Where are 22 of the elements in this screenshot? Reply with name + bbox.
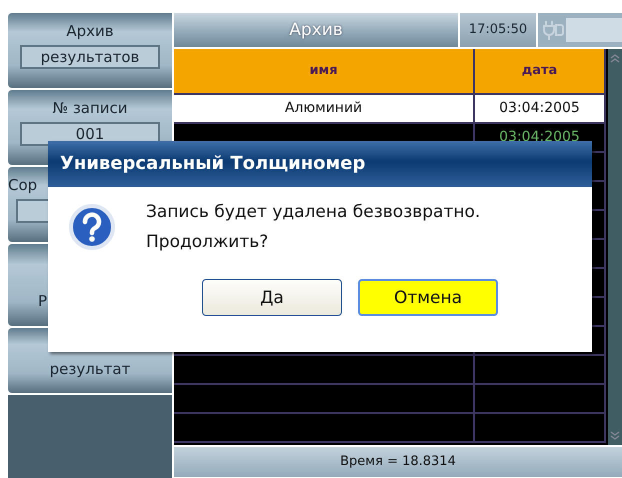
sidebar-label: Сор bbox=[8, 175, 38, 195]
dialog-button[interactable]: Отмена bbox=[358, 279, 498, 316]
dialog-message: Продолжить? bbox=[146, 231, 270, 254]
dialog-message: Запись будет удалена безвозвратно. bbox=[146, 201, 480, 224]
scroll-up-icon[interactable] bbox=[610, 53, 620, 63]
value-field[interactable]: результатов bbox=[20, 45, 160, 69]
clock: 17:05:50 bbox=[460, 13, 536, 47]
table-row[interactable]: Алюминий 03:04:2005 bbox=[174, 95, 606, 124]
question-icon bbox=[68, 203, 116, 251]
column-header[interactable]: имя bbox=[174, 49, 475, 93]
dialog-title: Универсальный Толщиномер bbox=[48, 141, 592, 187]
plug-icon bbox=[542, 19, 564, 41]
status-bar: Время = 18.8314 bbox=[174, 447, 622, 477]
scrollbar[interactable] bbox=[606, 49, 622, 445]
table-cell: Алюминий bbox=[174, 95, 475, 122]
screen-title: Архив bbox=[174, 13, 458, 47]
scroll-down-icon[interactable] bbox=[610, 431, 620, 441]
battery-bar bbox=[566, 18, 622, 42]
dialog-button[interactable]: Да bbox=[202, 279, 342, 316]
sidebar-label: № записи bbox=[52, 98, 128, 118]
sidebar-label: Архив bbox=[66, 21, 114, 41]
sidebar-button[interactable]: Архив результатов bbox=[8, 13, 172, 88]
